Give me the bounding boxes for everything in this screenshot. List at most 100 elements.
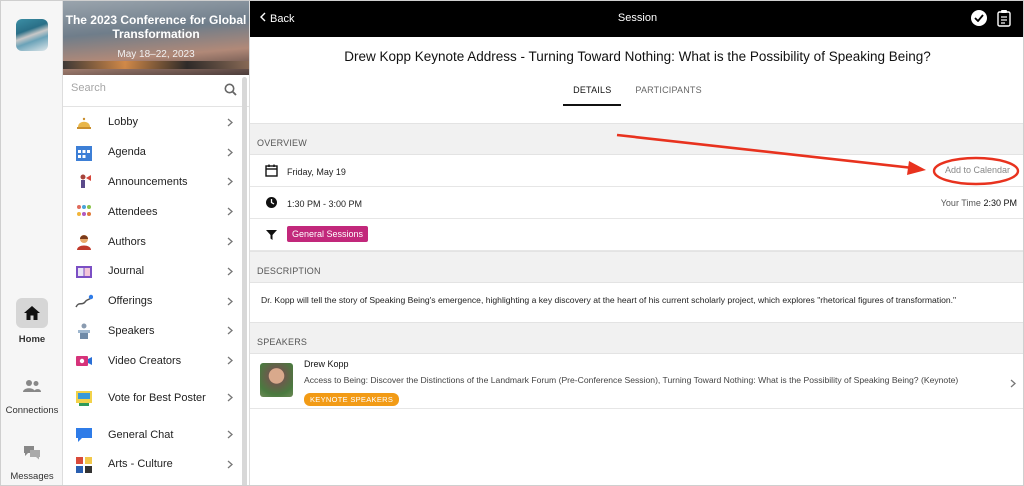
palette-icon: [75, 456, 93, 474]
chevron-right-icon: [227, 456, 233, 474]
calendar-icon: [75, 144, 93, 162]
filter-icon: [265, 228, 278, 246]
speaker-list-item[interactable]: Drew Kopp Access to Being: Discover the …: [250, 353, 1023, 409]
rail-connections[interactable]: Connections: [1, 371, 63, 416]
clipboard-icon[interactable]: [997, 9, 1011, 32]
video-icon: [75, 352, 93, 370]
sidebar-item-label: General Chat: [108, 428, 174, 441]
speakers-header: SPEAKERS: [250, 322, 1023, 354]
sidebar-item-general-chat[interactable]: General Chat: [63, 420, 241, 450]
rail-messages-label: Messages: [10, 471, 54, 482]
chat-icon: [75, 426, 93, 444]
rail-home[interactable]: Home: [1, 298, 63, 345]
sidebar-item-label: Speakers: [108, 324, 155, 337]
page-title: Session: [617, 12, 658, 24]
app-logo[interactable]: [16, 19, 48, 51]
sidebar-item-label: Lobby: [108, 116, 138, 129]
calendar-icon: [265, 164, 278, 182]
banner-title: The 2023 Conference for Global Transform…: [65, 13, 247, 41]
search-bar: [63, 75, 249, 107]
poster-icon: [75, 389, 93, 407]
chevron-right-icon: [227, 426, 233, 444]
chevron-right-icon: [227, 203, 233, 221]
sidebar-scrollbar[interactable]: [242, 77, 247, 485]
description-header: DESCRIPTION: [250, 251, 1023, 283]
chevron-right-icon: [227, 352, 233, 370]
sidebar-item-label: Vote for Best Poster: [108, 391, 206, 404]
sidebar-item-arts-culture[interactable]: Arts - Culture: [63, 450, 241, 480]
time-row: 1:30 PM - 3:00 PM Your Time 2:30 PM: [250, 187, 1023, 219]
session-title: Drew Kopp Keynote Address - Turning Towa…: [344, 49, 931, 64]
people-icon: [16, 371, 48, 401]
tab-participants[interactable]: PARTICIPANTS: [625, 83, 711, 106]
session-panel: Back Session Drew Kopp Keynote Address -…: [250, 1, 1023, 485]
track-row: General Sessions: [250, 219, 1023, 251]
date-row: Friday, May 19 Add to Calendar: [250, 155, 1023, 187]
sidebar-item-speakers[interactable]: Speakers: [63, 317, 241, 347]
app-window: Home Connections Messages The 2023 Confe…: [0, 0, 1024, 486]
your-time-value: 2:30 PM: [983, 198, 1017, 208]
chevron-right-icon: [227, 322, 233, 340]
search-icon[interactable]: [224, 83, 237, 101]
chevron-right-icon: [1010, 375, 1016, 393]
tab-details[interactable]: DETAILS: [563, 83, 622, 106]
your-time: Your Time 2:30 PM: [941, 198, 1017, 208]
chevron-right-icon: [227, 114, 233, 132]
sidebar-item-offerings[interactable]: Offerings: [63, 287, 241, 317]
rail-messages[interactable]: Messages: [1, 437, 63, 482]
banner-dates: May 18–22, 2023: [117, 49, 195, 60]
sidebar-item-announcements[interactable]: Announcements: [63, 168, 241, 198]
track-badge[interactable]: General Sessions: [287, 226, 369, 242]
book-icon: [75, 263, 93, 281]
sidebar-item-agenda[interactable]: Agenda: [63, 138, 241, 168]
sidebar-item-lobby[interactable]: Lobby: [63, 108, 241, 138]
podium-icon: [75, 322, 93, 340]
chart-icon: [75, 293, 94, 311]
sidebar-item-vote-poster[interactable]: Vote for Best Poster: [63, 376, 241, 420]
sidebar-item-label: Attendees: [108, 205, 158, 218]
overview-header: OVERVIEW: [250, 123, 1023, 155]
sidebar-item-label: Arts - Culture: [108, 458, 173, 471]
sidebar-menu: Lobby Agenda Announcements Attendees Aut…: [63, 108, 241, 480]
sidebar-item-label: Announcements: [108, 175, 188, 188]
rail-home-label: Home: [18, 334, 46, 345]
session-tabs: DETAILS PARTICIPANTS: [250, 83, 1023, 106]
chevron-right-icon: [227, 233, 233, 251]
sidebar-item-video-creators[interactable]: Video Creators: [63, 346, 241, 376]
sidebar-item-label: Offerings: [108, 295, 153, 308]
sidebar-item-label: Journal: [108, 265, 145, 278]
add-to-calendar-link[interactable]: Add to Calendar: [945, 165, 1010, 175]
speaker-sessions: Access to Being: Discover the Distinctio…: [304, 375, 959, 385]
home-icon: [16, 298, 48, 328]
chevron-right-icon: [227, 144, 233, 162]
top-bar: Back Session: [250, 1, 1023, 37]
speaker-avatar: [260, 363, 293, 397]
chevron-right-icon: [227, 263, 233, 281]
sidebar-item-attendees[interactable]: Attendees: [63, 197, 241, 227]
sidebar: The 2023 Conference for Global Transform…: [63, 1, 250, 485]
bell-icon: [75, 114, 93, 132]
chevron-right-icon: [227, 293, 233, 311]
sidebar-item-journal[interactable]: Journal: [63, 257, 241, 287]
clock-icon: [265, 196, 278, 214]
session-date: Friday, May 19: [287, 167, 346, 177]
author-icon: [75, 233, 93, 251]
checkmark-icon[interactable]: [971, 10, 987, 26]
session-description: Dr. Kopp will tell the story of Speaking…: [261, 295, 957, 305]
speaker-name: Drew Kopp: [304, 359, 349, 369]
left-rail: Home Connections Messages: [1, 1, 63, 485]
sidebar-item-label: Agenda: [108, 146, 146, 159]
speaker-category-badge: KEYNOTE SPEAKERS: [304, 393, 400, 406]
session-time: 1:30 PM - 3:00 PM: [287, 199, 363, 209]
megaphone-icon: [75, 173, 93, 191]
sidebar-item-authors[interactable]: Authors: [63, 227, 241, 257]
conference-banner[interactable]: The 2023 Conference for Global Transform…: [63, 1, 249, 75]
people-icon: [75, 203, 93, 221]
sidebar-item-label: Authors: [108, 235, 146, 248]
chevron-right-icon: [227, 389, 233, 407]
search-input[interactable]: [71, 82, 221, 94]
chat-bubbles-icon: [16, 437, 48, 467]
your-time-label: Your Time: [940, 198, 981, 208]
rail-connections-label: Connections: [5, 405, 59, 416]
chevron-right-icon: [227, 173, 233, 191]
